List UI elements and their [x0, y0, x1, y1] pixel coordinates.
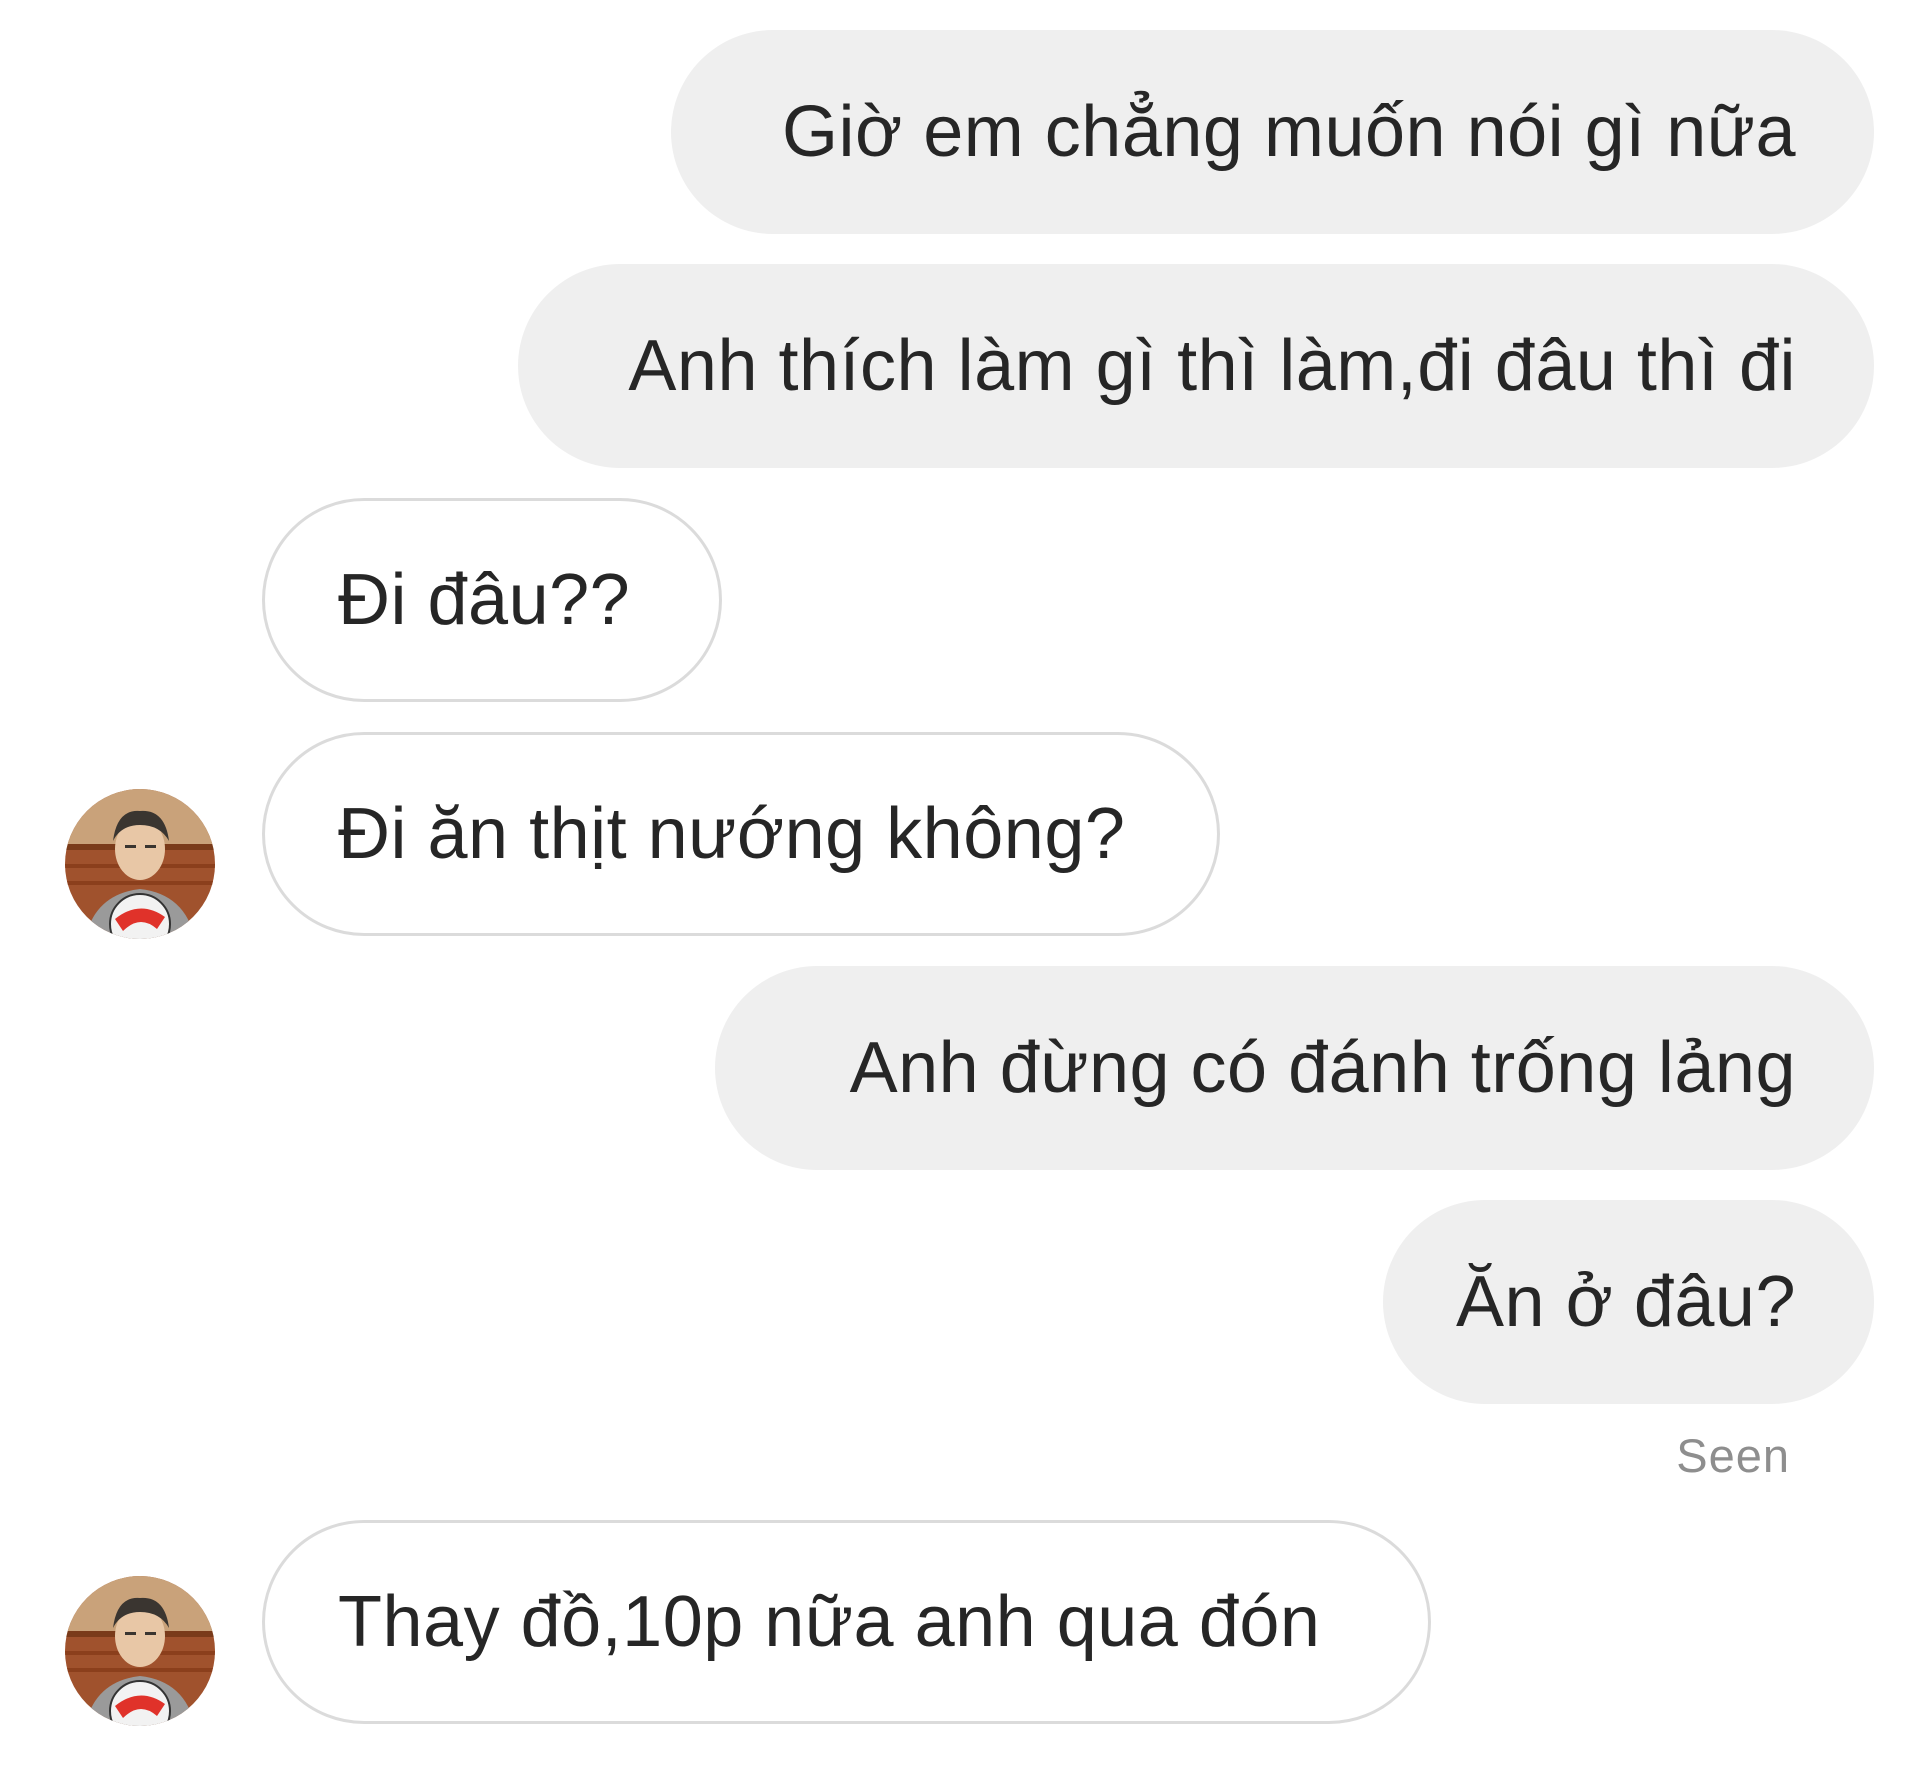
- message-text: Đi ăn thịt nướng không?: [338, 794, 1126, 874]
- message-bubble-sent[interactable]: Ăn ở đâu?: [1383, 1200, 1874, 1404]
- message-bubble-sent[interactable]: Anh thích làm gì thì làm,đi đâu thì đi: [518, 264, 1874, 468]
- message-bubble-received[interactable]: Thay đồ,10p nữa anh qua đón: [262, 1520, 1431, 1724]
- message-bubble-sent[interactable]: Giờ em chẳng muốn nói gì nữa: [671, 30, 1874, 234]
- avatar-image: [65, 1576, 215, 1726]
- avatar-image: [65, 789, 215, 939]
- message-text: Giờ em chẳng muốn nói gì nữa: [782, 92, 1796, 172]
- message-bubble-received[interactable]: Đi đâu??: [262, 498, 722, 702]
- message-text: Anh đừng có đánh trống lảng: [849, 1028, 1796, 1108]
- contact-avatar[interactable]: [65, 1576, 215, 1726]
- contact-avatar[interactable]: [65, 789, 215, 939]
- message-text: Đi đâu??: [338, 560, 631, 640]
- message-text: Thay đồ,10p nữa anh qua đón: [338, 1582, 1321, 1662]
- message-bubble-sent[interactable]: Anh đừng có đánh trống lảng: [715, 966, 1874, 1170]
- read-receipt: Seen: [1676, 1429, 1790, 1482]
- message-text: Anh thích làm gì thì làm,đi đâu thì đi: [628, 326, 1796, 406]
- message-bubble-received[interactable]: Đi ăn thịt nướng không?: [262, 732, 1220, 936]
- message-text: Ăn ở đâu?: [1456, 1262, 1796, 1342]
